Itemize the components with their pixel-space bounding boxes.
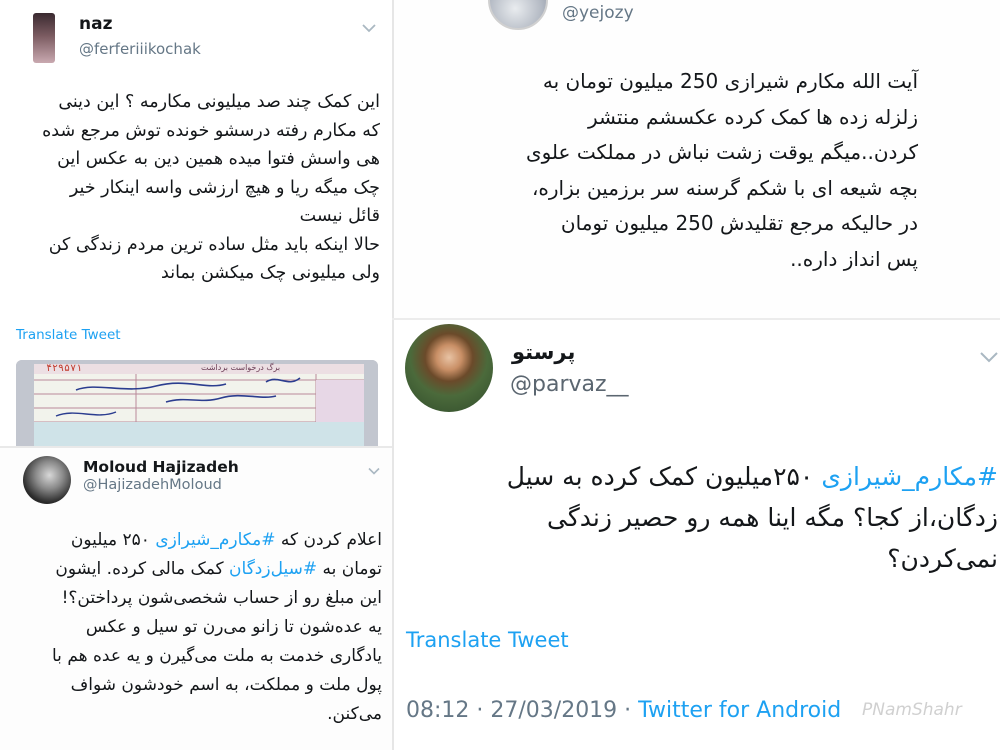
text-line: کردن..میگم یوقت زشت نباش در مملکت علوی [525,140,918,164]
text-line: تومان به #سیل‌زدگان کمک مالی کرده. ایشون [7,555,382,584]
text-line: زلزله زده ها کمک کرده عکسشم منتشر [588,104,918,129]
divider [392,318,1000,320]
text-line: #مکارم_شیرازی ۲۵۰میلیون کمک کرده به سیل [396,456,998,497]
hashtag-link[interactable]: #مکارم_شیرازی [821,462,998,491]
text-line: یه عده‌شون تا زانو می‌رن تو سیل و عکس [85,617,382,637]
chevron-down-icon[interactable] [362,18,376,33]
watermark-logo: PNamShahr [862,700,962,720]
chevron-down-icon[interactable] [980,348,998,363]
text-line: این کمک چند صد میلیونی مکارمه ؟ این دینی [58,92,380,112]
timestamp-text[interactable]: 08:12 · 27/03/2019 · [406,698,638,723]
receipt-text: ۴۲۹۵۷۱ [46,363,83,374]
translate-tweet-link[interactable]: Translate Tweet [16,327,121,343]
tweet-timestamp: 08:12 · 27/03/2019 · Twitter for Android [406,698,841,723]
author-handle[interactable]: @ferferiiikochak [79,40,201,58]
text-line: هی واسش فتوا میده همین دین به عکس این [57,149,380,169]
author-handle[interactable]: @yejozy [562,3,634,23]
text-line: نمی‌کردن؟ [887,544,998,573]
tweet-text: آیت الله مکارم شیرازی 250 میلیون تومان ب… [418,64,918,277]
text-line: می‌کنن. [327,704,382,724]
divider [392,0,394,750]
text-line: این مبلغ رو از حساب شخصی‌شون پرداختن؟! [61,588,382,608]
text-line: قائل نیست [299,206,380,226]
tweet-text: #مکارم_شیرازی ۲۵۰میلیون کمک کرده به سیل … [396,456,998,579]
text-line: زدگان،از کجا؟ مگه اینا همه رو حصیر زندگی [547,503,998,532]
text-line: آیت الله مکارم شیرازی 250 میلیون تومان ب… [542,69,918,93]
hashtag-link[interactable]: #مکارم_شیرازی [155,530,275,550]
text-fragment: تومان به [317,559,382,579]
text-line: چک میگه ریا و هیچ ارزشی واسه اینکار خیر [69,177,380,198]
text-line: پول ملت و مملکت، به اسم خودشون شواف [70,675,382,695]
text-line: بچه شیعه ای با شکم گرسنه سر برزمین بزاره… [531,175,918,200]
tweet-card-parvaz: پرستو @parvaz__ #مکارم_شیرازی ۲۵۰میلیون … [392,318,1000,750]
avatar-naz[interactable] [33,13,55,63]
text-line: ولی میلیونی چک میکشن بماند [161,263,380,283]
avatar-moloud[interactable] [23,456,71,504]
tweet-text: این کمک چند صد میلیونی مکارمه ؟ این دینی… [10,88,380,288]
tweet-card-yejozy: @yejozy آیت الله مکارم شیرازی 250 میلیون… [392,0,1000,318]
author-name[interactable]: Moloud Hajizadeh [83,458,239,476]
text-fragment: ۲۵۰میلیون کمک کرده به سیل [506,462,822,491]
translate-tweet-link[interactable]: Translate Tweet [406,628,569,652]
tweet-text: اعلام کردن که #مکارم_شیرازی ۲۵۰ میلیون ت… [7,526,382,729]
text-line: یادگاری خدمت به ملت می‌گیرن و یه عده هم … [52,646,382,666]
text-line: پس انداز داره.. [790,246,918,271]
avatar-parvaz[interactable] [405,324,493,412]
source-link[interactable]: Twitter for Android [638,698,841,723]
text-fragment: ۲۵۰ میلیون [70,530,156,550]
text-line: در حالیکه مرجع تقلیدش 250 میلیون تومان [560,211,918,235]
text-fragment: اعلام کردن که [275,530,382,550]
author-handle[interactable]: @HajizadehMoloud [83,477,222,493]
text-line: حالا اینکه باید مثل ساده ترین مردم زندگی… [48,234,380,255]
author-name[interactable]: naz [79,14,112,34]
text-line: که مکارم رفته درسشو خونده توش مرجع شده [42,120,380,141]
text-line: اعلام کردن که #مکارم_شیرازی ۲۵۰ میلیون [7,526,382,555]
bank-receipt-image[interactable]: ۴۲۹۵۷۱ برگ درخواست برداشت [16,360,378,446]
divider [0,446,392,448]
hashtag-link[interactable]: #سیل‌زدگان [229,559,317,579]
avatar-yejozy[interactable] [488,0,548,30]
tweet-card-naz: naz @ferferiiikochak این کمک چند صد میلی… [0,0,392,446]
receipt-text: برگ درخواست برداشت [201,363,281,372]
author-handle[interactable]: @parvaz__ [510,372,629,397]
chevron-down-icon[interactable] [368,460,380,475]
tweet-card-moloud: Moloud Hajizadeh @HajizadehMoloud اعلام … [0,446,392,750]
text-fragment: کمک مالی کرده. ایشون [55,559,230,579]
author-name[interactable]: پرستو [512,340,575,364]
